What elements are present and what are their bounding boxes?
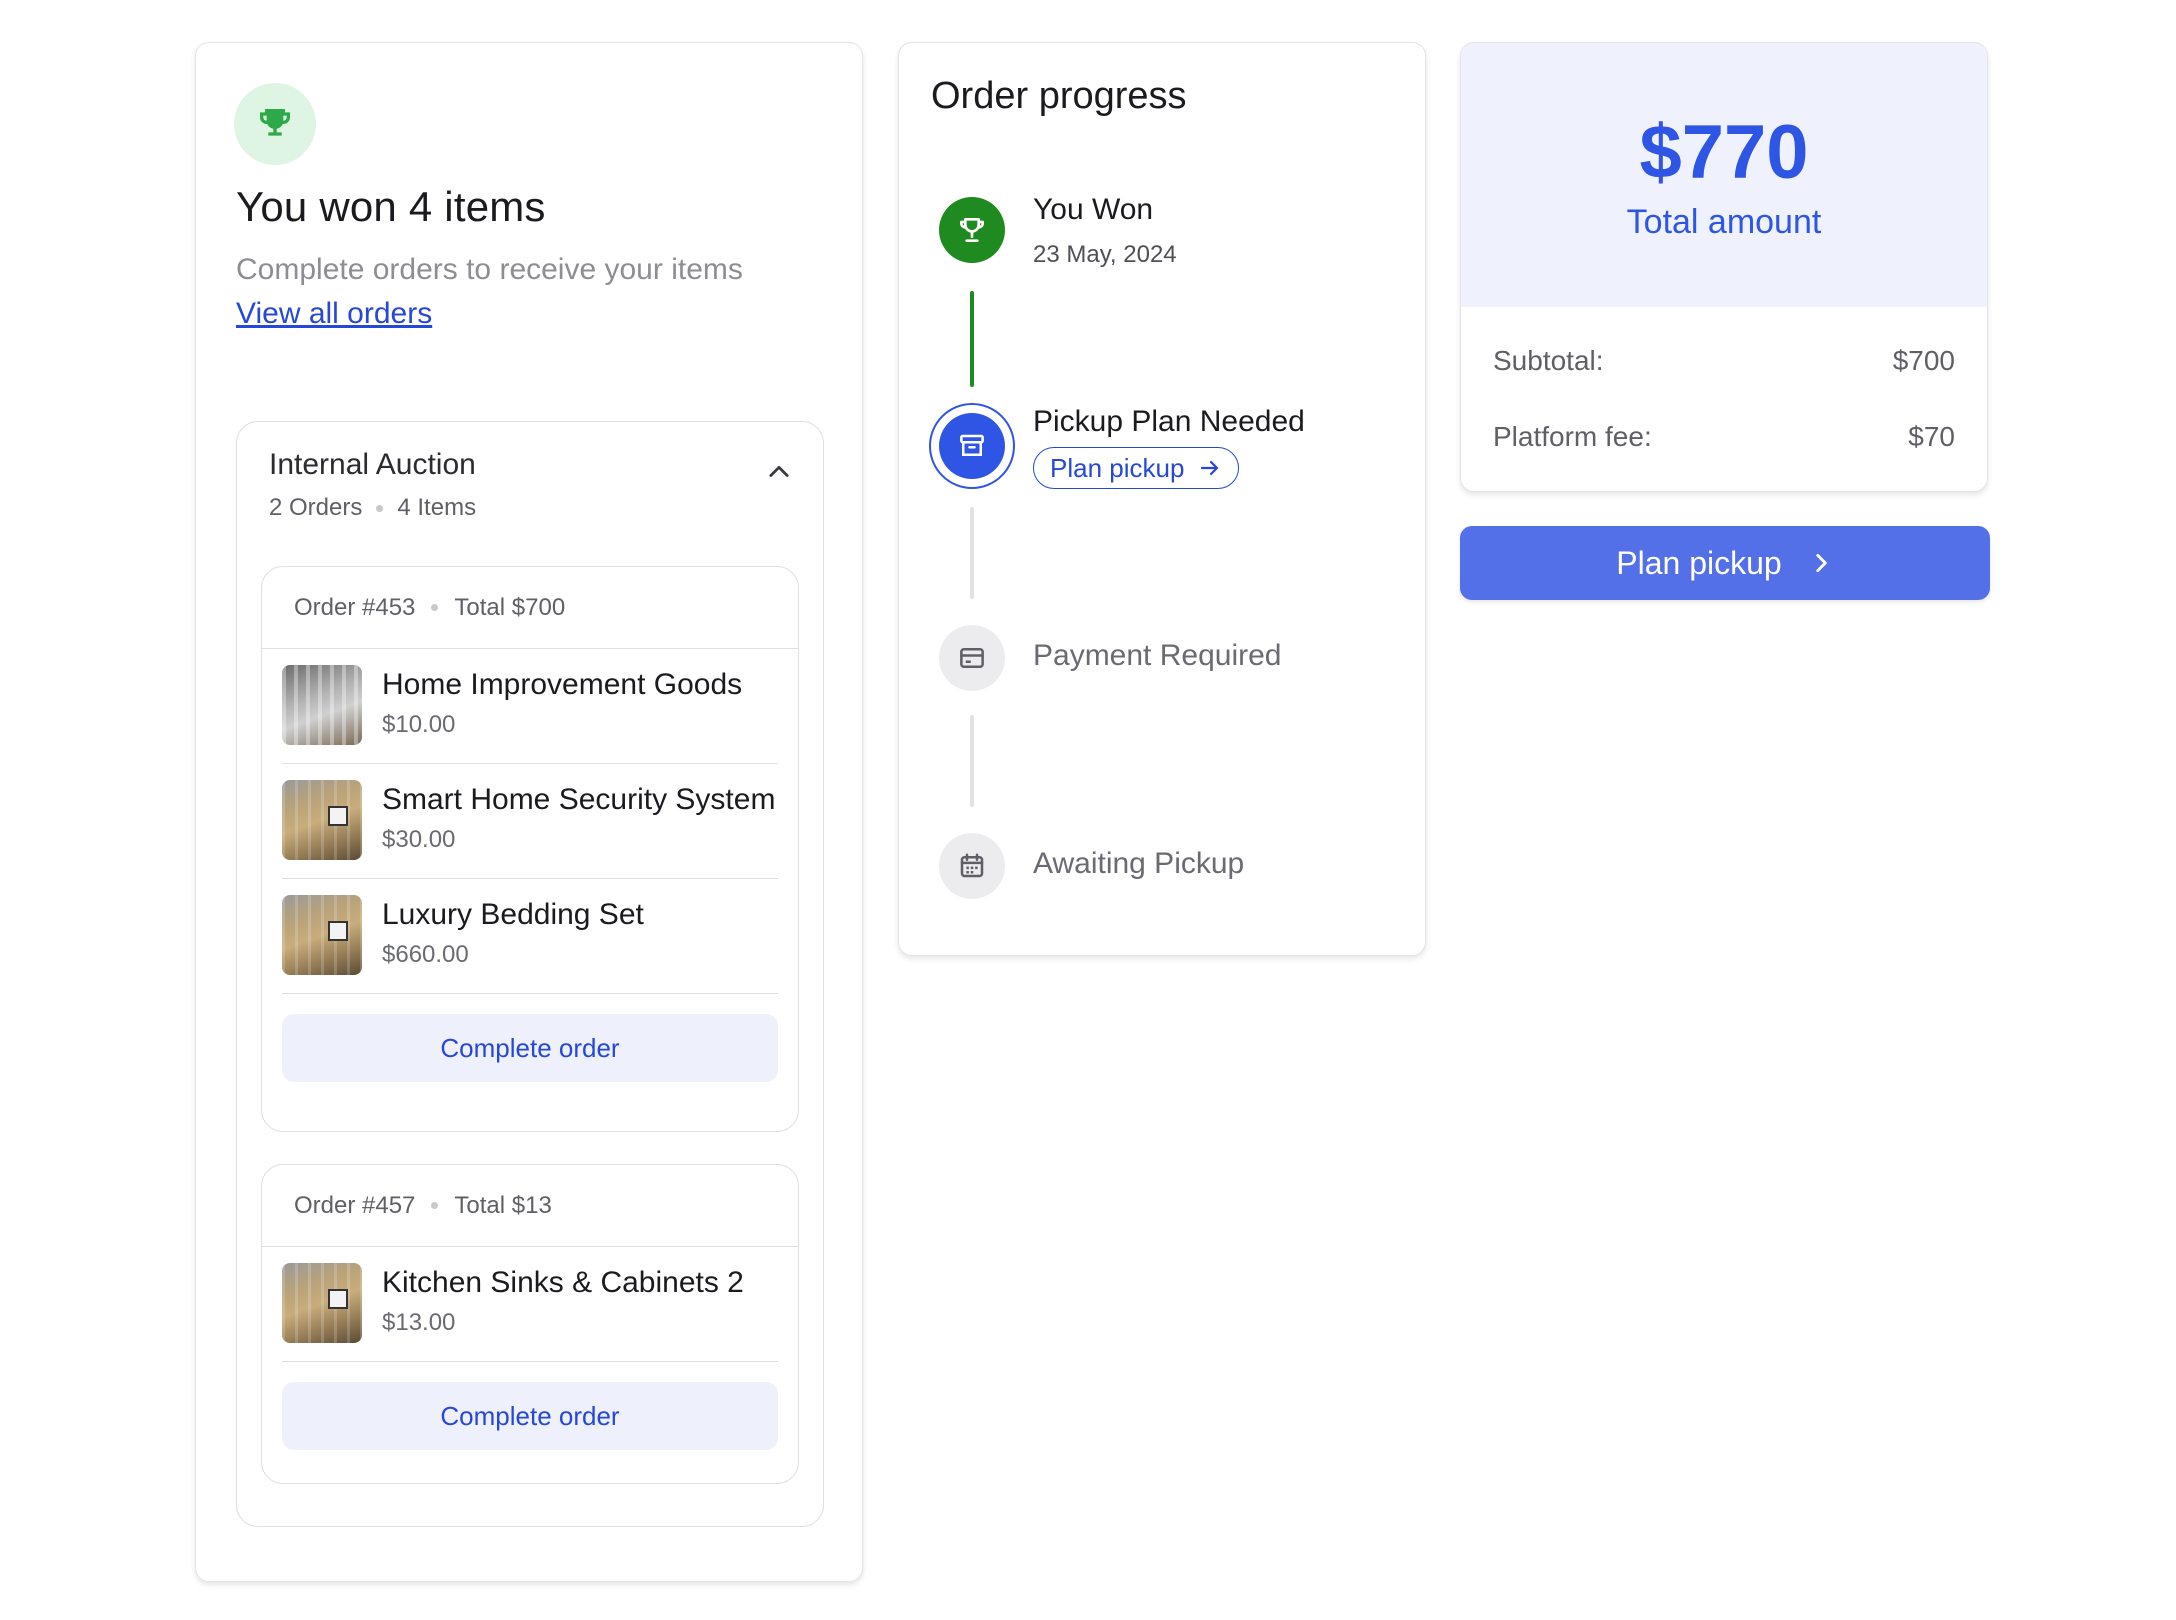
order-header: Order #453 Total $700: [262, 567, 798, 649]
order-header: Order #457 Total $13: [262, 1165, 798, 1247]
auction-group-card: Internal Auction 2 Orders 4 Items Order …: [236, 421, 824, 1527]
platform-fee-value: $70: [1908, 421, 1955, 452]
item-thumbnail: [282, 1263, 362, 1343]
item-price: $10.00: [382, 711, 456, 738]
plan-pickup-label: Plan pickup: [1616, 544, 1782, 581]
list-item[interactable]: Home Improvement Goods $10.00: [282, 649, 778, 764]
order-progress-panel: Order progress You Won 23 May, 2024 Pick…: [898, 42, 1426, 956]
step-title: Awaiting Pickup: [1033, 847, 1245, 880]
won-subtitle: Complete orders to receive your items: [236, 253, 743, 286]
step-pickup-plan: [929, 403, 1015, 489]
platform-fee-row: Platform fee: $70: [1493, 421, 1955, 453]
chip-label: Plan pickup: [1050, 452, 1185, 483]
order-number: Order #453: [294, 593, 416, 621]
credit-card-icon: [960, 648, 984, 668]
trophy-icon: [960, 218, 984, 242]
trophy-icon: [260, 109, 290, 136]
auction-meta: 2 Orders 4 Items: [269, 494, 476, 522]
complete-order-button[interactable]: Complete order: [282, 1014, 778, 1082]
item-name: Home Improvement Goods: [382, 668, 743, 701]
total-amount-value: $770: [1639, 110, 1809, 195]
separator-dot: [431, 604, 439, 611]
item-price: $660.00: [382, 941, 469, 968]
plan-pickup-button[interactable]: Plan pickup: [1460, 526, 1990, 600]
won-items-panel: You won 4 items Complete orders to recei…: [195, 42, 863, 1582]
arrow-right-icon: [1201, 460, 1219, 476]
step-you-won: [939, 197, 1005, 263]
step-title: You Won: [1033, 193, 1154, 226]
item-price: $13.00: [382, 1309, 456, 1336]
progress-title: Order progress: [931, 75, 1187, 117]
orders-count: 2 Orders: [269, 494, 363, 521]
chevron-up-icon: [769, 465, 789, 477]
order-number: Order #457: [294, 1191, 416, 1219]
step-connector: [970, 715, 974, 807]
subtotal-row: Subtotal: $700: [1493, 345, 1955, 377]
order-total: Total $13: [454, 1191, 552, 1219]
collapse-button[interactable]: [761, 454, 797, 490]
list-item[interactable]: Kitchen Sinks & Cabinets 2 $13.00: [282, 1247, 778, 1362]
item-name: Smart Home Security System: [382, 783, 776, 816]
order-total: Total $700: [454, 593, 566, 621]
plan-pickup-chip[interactable]: Plan pickup: [1033, 447, 1240, 489]
total-amount-label: Total amount: [1626, 203, 1822, 241]
item-name: Luxury Bedding Set: [382, 898, 644, 931]
total-banner: $770 Total amount: [1461, 43, 1987, 307]
order-items: Kitchen Sinks & Cabinets 2 $13.00: [262, 1247, 798, 1362]
separator-dot: [431, 1202, 439, 1209]
chevron-right-icon: [1816, 554, 1827, 572]
order-card-457: Order #457 Total $13 Kitchen Sinks & Cab…: [261, 1164, 799, 1484]
step-title: Pickup Plan Needed: [1033, 405, 1305, 438]
trophy-badge: [234, 83, 316, 165]
won-title: You won 4 items: [236, 183, 546, 230]
subtotal-value: $700: [1892, 345, 1955, 376]
list-item[interactable]: Luxury Bedding Set $660.00: [282, 879, 778, 994]
item-name: Kitchen Sinks & Cabinets 2: [382, 1266, 744, 1299]
list-item[interactable]: Smart Home Security System $30.00: [282, 764, 778, 879]
step-date: 23 May, 2024: [1033, 241, 1177, 268]
item-thumbnail: [282, 665, 362, 745]
platform-fee-label: Platform fee:: [1493, 421, 1652, 452]
step-connector: [970, 291, 974, 387]
order-card-453: Order #453 Total $700 Home Improvement G…: [261, 566, 799, 1132]
calendar-icon: [960, 853, 984, 878]
item-thumbnail: [282, 895, 362, 975]
auction-title: Internal Auction: [269, 448, 476, 481]
separator-dot: [376, 504, 384, 512]
subtotal-label: Subtotal:: [1493, 345, 1604, 376]
step-connector: [970, 507, 974, 599]
items-count: 4 Items: [397, 494, 477, 521]
order-summary-panel: $770 Total amount Subtotal: $700 Platfor…: [1460, 42, 1988, 492]
complete-order-button[interactable]: Complete order: [282, 1382, 778, 1450]
item-thumbnail: [282, 780, 362, 860]
step-payment: [939, 625, 1005, 691]
view-all-orders-link[interactable]: View all orders: [236, 297, 432, 331]
step-title: Payment Required: [1033, 639, 1282, 672]
item-price: $30.00: [382, 826, 456, 853]
order-items: Home Improvement Goods $10.00 Smart Home…: [262, 649, 798, 994]
archive-box-icon: [960, 434, 984, 456]
step-awaiting-pickup: [939, 833, 1005, 899]
